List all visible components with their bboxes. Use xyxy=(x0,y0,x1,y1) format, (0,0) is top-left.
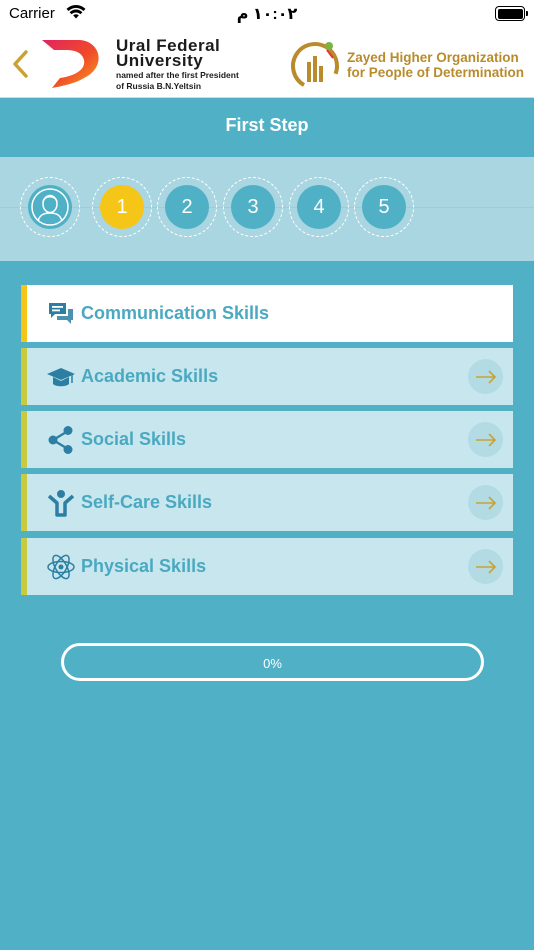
step-5[interactable]: 5 xyxy=(354,177,414,237)
urfu-logo-icon xyxy=(40,38,106,90)
skill-communication[interactable]: Communication Skills xyxy=(21,285,513,342)
app-header: Ural Federal University named after the … xyxy=(0,30,534,98)
share-icon xyxy=(46,425,76,455)
skill-label: Social Skills xyxy=(81,429,187,449)
arrow-right-icon[interactable] xyxy=(468,549,503,584)
page-title: First Step xyxy=(225,115,309,135)
battery-icon xyxy=(495,6,528,21)
skill-physical[interactable]: Physical Skills xyxy=(21,538,513,595)
user-icon xyxy=(28,185,72,229)
graduation-cap-icon xyxy=(46,362,76,392)
profile-avatar[interactable] xyxy=(20,177,80,237)
urfu-subtitle-line1: named after the first President xyxy=(116,70,239,80)
step-progress: 1 2 3 4 5 xyxy=(0,157,534,261)
back-button[interactable] xyxy=(8,44,34,84)
arrow-right-icon[interactable] xyxy=(468,485,503,520)
skill-label: Academic Skills xyxy=(81,366,219,386)
progress-label: 0% xyxy=(263,656,282,671)
urfu-name: Ural Federal University named after the … xyxy=(116,37,239,91)
zayed-line1: Zayed Higher Organization xyxy=(347,50,519,65)
person-raise-icon xyxy=(46,488,76,518)
skill-label: Physical Skills xyxy=(81,556,207,576)
arrow-right-icon[interactable] xyxy=(468,359,503,394)
step-1[interactable]: 1 xyxy=(92,177,152,237)
arrow-right-icon[interactable] xyxy=(468,422,503,457)
step-4[interactable]: 4 xyxy=(289,177,349,237)
zayed-name: Zayed Higher Organization for People of … xyxy=(347,50,524,80)
clock: ١٠:٠٢ م xyxy=(236,6,298,23)
progress-bar: 0% xyxy=(61,643,484,681)
step-3-number: 3 xyxy=(231,185,275,229)
skill-self-care[interactable]: Self-Care Skills xyxy=(21,474,513,531)
status-bar: Carrier ١٠:٠٢ م xyxy=(0,0,534,30)
chat-icon xyxy=(46,299,76,329)
step-2-number: 2 xyxy=(165,185,209,229)
skill-label: Communication Skills xyxy=(81,303,270,323)
zayed-logo-icon xyxy=(287,36,343,92)
step-3[interactable]: 3 xyxy=(223,177,283,237)
step-5-number: 5 xyxy=(362,185,406,229)
zayed-line2: for People of Determination xyxy=(347,65,525,80)
atom-icon xyxy=(46,552,76,582)
chevron-left-icon xyxy=(13,50,28,78)
urfu-subtitle-line2: of Russia B.N.Yeltsin xyxy=(116,81,202,91)
skill-social[interactable]: Social Skills xyxy=(21,411,513,468)
step-2[interactable]: 2 xyxy=(157,177,217,237)
skill-academic[interactable]: Academic Skills xyxy=(21,348,513,405)
urfu-title-line2: University xyxy=(116,51,204,70)
skill-label: Self-Care Skills xyxy=(81,492,213,512)
step-4-number: 4 xyxy=(297,185,341,229)
step-1-number: 1 xyxy=(100,185,144,229)
